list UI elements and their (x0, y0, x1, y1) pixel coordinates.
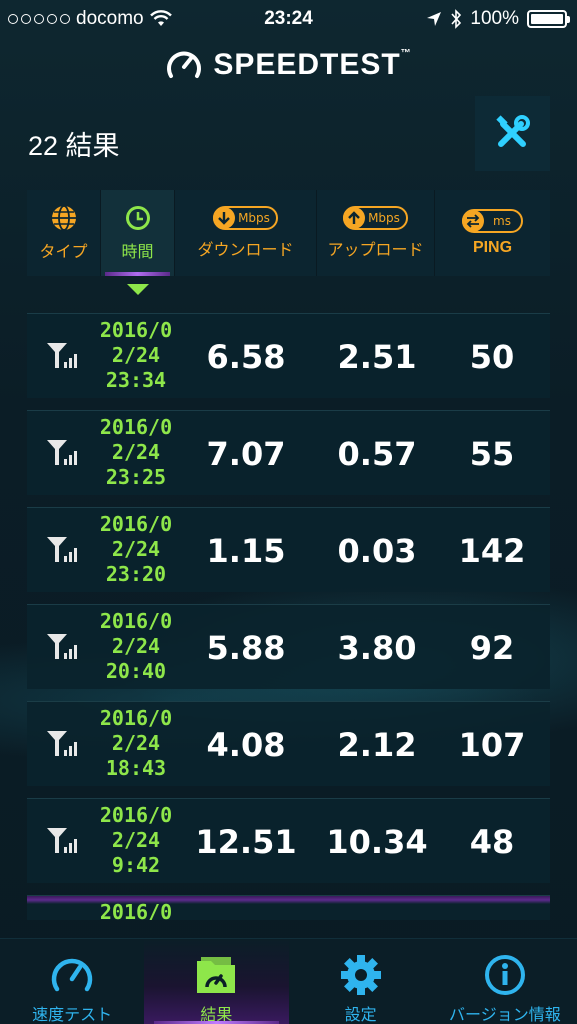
speedometer-logo-icon (167, 51, 202, 78)
result-date: 2016/0 2/24 18:43 (99, 706, 173, 780)
result-date: 2016/0 (99, 900, 173, 920)
clock-icon (125, 206, 150, 230)
speedtest-logo: SPEEDTEST™ (0, 46, 577, 84)
tab-bar: 速度テスト 結果 設定 バージョン情報 (0, 938, 577, 1024)
column-label-time: 時間 (121, 242, 154, 261)
cellular-signal-icon (47, 731, 77, 756)
tab-speed-test[interactable]: 速度テスト (0, 939, 144, 1024)
status-bar: docomo 23:24 100% (0, 0, 577, 38)
info-icon (484, 955, 525, 995)
tab-results[interactable]: 結果 (144, 939, 289, 1024)
ping-value: 92 (469, 629, 515, 667)
tab-version-info[interactable]: バージョン情報 (433, 939, 577, 1024)
upload-value: 10.34 (326, 823, 428, 861)
download-unit-pill: Mbps (213, 206, 278, 230)
tab-settings[interactable]: 設定 (289, 939, 433, 1024)
edit-tools-button[interactable] (475, 96, 550, 171)
bluetooth-icon (451, 9, 462, 29)
tab-label-version-info: バージョン情報 (449, 1005, 561, 1024)
result-date: 2016/0 2/24 9:42 (99, 803, 173, 877)
speedtest-app: docomo 23:24 100% SPEEDTEST™ 22 結果 タイプ 時… (0, 0, 577, 1024)
ping-value: 48 (469, 823, 515, 861)
tools-icon (495, 114, 530, 147)
status-right: 100% (426, 8, 570, 30)
sort-upload[interactable]: Mbps アップロード (317, 190, 435, 276)
upload-value: 2.12 (337, 726, 417, 764)
cellular-signal-icon (47, 634, 77, 659)
ping-icon (462, 210, 485, 232)
download-value: 12.51 (195, 823, 297, 861)
result-row[interactable]: 2016/0 2/24 23:20 1.15 0.03 142 (27, 507, 550, 592)
sort-ping[interactable]: ms PING (435, 190, 550, 276)
location-arrow-icon (427, 12, 442, 26)
upload-value: 3.80 (337, 629, 417, 667)
battery-percent: 100% (470, 8, 519, 29)
cellular-signal-icon (47, 828, 77, 853)
result-row[interactable]: 2016/0 2/24 20:40 5.88 3.80 92 (27, 604, 550, 689)
result-row[interactable]: 2016/0 2/24 23:34 6.58 2.51 50 (27, 313, 550, 398)
result-row[interactable]: 2016/0 2/24 23:25 7.07 0.57 55 (27, 410, 550, 495)
ping-value: 55 (469, 435, 515, 473)
download-value: 7.07 (206, 435, 286, 473)
upload-value: 2.51 (337, 338, 417, 376)
upload-value: 0.03 (337, 532, 417, 570)
column-header: タイプ 時間 Mbps ダウンロード Mbps アップロード ms PING (27, 190, 550, 276)
brand-name: SPEEDTEST™ (213, 48, 412, 81)
download-value: 4.08 (206, 726, 286, 764)
upload-unit-pill: Mbps (343, 206, 408, 230)
cellular-signal-icon (47, 537, 77, 562)
download-value: 1.15 (206, 532, 286, 570)
battery-icon (527, 10, 570, 28)
column-label-type: タイプ (39, 242, 88, 261)
results-list[interactable]: 2016/0 2/24 23:34 6.58 2.51 50 2016/0 2/24 2… (27, 313, 550, 920)
tab-label-settings: 設定 (344, 1005, 377, 1024)
download-value: 5.88 (206, 629, 286, 667)
speedometer-icon (51, 958, 93, 992)
result-count: 22 結果 (28, 131, 120, 161)
tab-label-speed-test: 速度テスト (32, 1005, 113, 1024)
download-value: 6.58 (206, 338, 286, 376)
result-row[interactable]: 2016/0 2/24 9:42 12.51 10.34 48 (27, 798, 550, 883)
result-row-partial[interactable]: 2016/0 (27, 895, 550, 920)
result-date: 2016/0 2/24 20:40 (99, 609, 173, 683)
cellular-signal-icon (47, 343, 77, 368)
result-date: 2016/0 2/24 23:25 (99, 415, 173, 489)
column-label-upload: アップロード (327, 240, 424, 259)
ping-unit-pill: ms (462, 209, 523, 233)
ping-value: 50 (469, 338, 515, 376)
column-label-download: ダウンロード (197, 240, 294, 259)
ping-value: 107 (458, 726, 526, 764)
sort-indicator-icon (127, 284, 149, 295)
column-label-ping: PING (472, 239, 513, 256)
result-date: 2016/0 2/24 23:20 (99, 512, 173, 586)
result-row[interactable]: 2016/0 2/24 18:43 4.08 2.12 107 (27, 701, 550, 786)
gear-icon (340, 955, 381, 995)
globe-icon (51, 205, 76, 231)
sort-download[interactable]: Mbps ダウンロード (175, 190, 317, 276)
download-icon (213, 207, 236, 229)
sort-time[interactable]: 時間 (101, 190, 175, 276)
upload-icon (343, 207, 366, 229)
sort-type[interactable]: タイプ (27, 190, 101, 276)
upload-value: 0.57 (337, 435, 417, 473)
results-folder-icon (197, 957, 236, 993)
result-date: 2016/0 2/24 23:34 (99, 318, 173, 392)
cellular-signal-icon (47, 440, 77, 465)
ping-value: 142 (458, 532, 526, 570)
tab-label-results: 結果 (200, 1005, 233, 1024)
